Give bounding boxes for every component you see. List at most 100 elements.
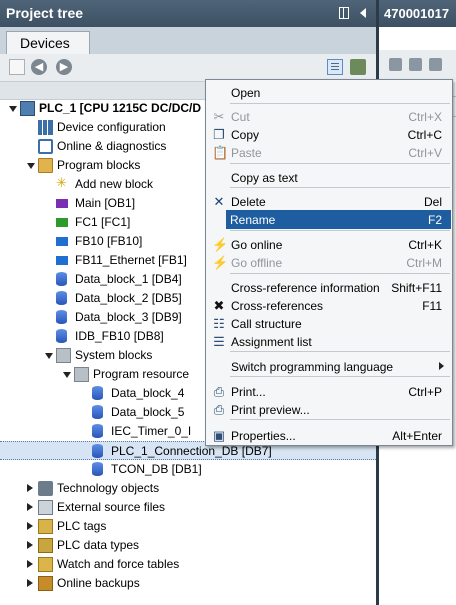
paste-icon: 📋 [212,145,229,160]
collapse-arrow-icon[interactable] [27,522,33,530]
tree-item-label: Device configuration [57,120,166,134]
menu-item-cross-references[interactable]: ✖ Cross-references F11 [207,296,451,315]
menu-separator [230,351,450,352]
expand-arrow-icon[interactable] [63,372,71,378]
new-item-icon[interactable] [9,59,25,75]
tree-item[interactable]: TCON_DB [DB1] [0,460,376,479]
collapse-arrow-icon[interactable] [27,484,33,492]
tree-item-label: Watch and force tables [57,557,180,571]
db-icon [56,272,67,286]
add-block-icon [56,175,71,192]
detail-view-icon[interactable] [350,59,366,75]
menu-item-shortcut: Ctrl+V [408,146,442,160]
tree-item-label: System blocks [75,348,153,362]
tree-item-label: FB10 [FB10] [75,234,143,248]
menu-item-call-structure[interactable]: ☷ Call structure [207,314,451,333]
db-icon [92,462,103,476]
print-icon: ⎙ [213,384,225,399]
menu-item-assignment-list[interactable]: ☰ Assignment list [207,332,451,351]
menu-item-go-offline: ⚡ Go offline Ctrl+M [207,253,451,272]
system-folder-icon [56,348,71,363]
tree-item-label: Program blocks [57,158,141,172]
split-view-icon[interactable] [339,7,349,19]
menu-separator [230,163,450,164]
tree-item[interactable]: Online backups [0,574,376,593]
diagnostics-icon [38,139,53,154]
plc-data-types-icon [38,538,53,553]
menu-item-label: Copy as text [231,171,298,185]
collapse-arrow-icon[interactable] [27,579,33,587]
scissors-icon: ✂ [213,109,225,124]
device-config-icon [38,120,53,135]
db-icon [92,405,103,419]
backup-icon [38,576,53,591]
tree-item-label: PLC_1 [CPU 1215C DC/DC/D [39,101,202,115]
collapse-arrow-icon[interactable] [27,541,33,549]
menu-item-copy[interactable]: ❐ Copy Ctrl+C [207,125,451,144]
toolbar-button-icon[interactable] [429,58,442,71]
menu-item-label: Properties... [231,429,296,443]
tree-item-label: FC1 [FC1] [75,215,131,229]
technology-icon [38,481,53,496]
tree-item[interactable]: Watch and force tables [0,555,376,574]
external-files-icon [38,500,53,515]
tree-item[interactable]: Technology objects [0,479,376,498]
plc-icon [20,101,35,116]
toolbar-button-icon[interactable] [409,58,422,71]
tree-item-label: Online backups [57,576,140,590]
menu-item-label: Assignment list [231,335,312,349]
menu-item-shortcut: Ctrl+M [406,256,442,270]
tree-item-label: Data_block_2 [DB5] [75,291,182,305]
menu-item-rename[interactable]: Rename F2 [226,210,451,229]
collapse-panel-icon[interactable] [360,8,366,18]
menu-item-print[interactable]: ⎙ Print... Ctrl+P [207,382,451,401]
collapse-arrow-icon[interactable] [27,503,33,511]
tree-item-label: Data_block_3 [DB9] [75,310,182,324]
menu-item-go-online[interactable]: ⚡ Go online Ctrl+K [207,235,451,254]
menu-item-shortcut: Del [423,195,442,209]
toolbar-button-icon[interactable] [389,58,402,71]
tree-item[interactable]: PLC data types [0,536,376,555]
tree-item[interactable]: External source files [0,498,376,517]
menu-item-copy-as-text[interactable]: Copy as text [207,168,451,187]
menu-item-open[interactable]: Open [207,83,451,102]
menu-item-shortcut: Ctrl+C [407,128,442,142]
expand-arrow-icon[interactable] [9,106,17,112]
context-menu: Open ✂ Cut Ctrl+X ❐ Copy Ctrl+C 📋 Paste Ctrl+V Cop… [205,79,453,446]
menu-item-label: Open [231,86,261,100]
tab-bar: Devices [0,27,376,54]
call-structure-icon: ☷ [213,316,225,331]
menu-item-delete[interactable]: ✕ Delete Del [207,192,451,211]
overview-icon[interactable] [327,59,343,75]
tree-item-label: TCON_DB [DB1] [111,462,202,476]
menu-item-properties[interactable]: ▣ Properties... Alt+Enter [207,426,451,445]
menu-item-paste: 📋 Paste Ctrl+V [207,143,451,162]
expand-arrow-icon[interactable] [45,353,53,359]
plc-tags-icon [38,519,53,534]
forward-arrow-icon[interactable]: ▶ [56,59,72,75]
menu-item-label: Print... [231,385,266,399]
back-arrow-icon[interactable]: ◀ [31,59,47,75]
menu-item-shortcut: Ctrl+P [408,385,442,399]
menu-item-label: Cut [231,110,250,124]
expand-arrow-icon[interactable] [27,163,35,169]
right-panel-title: 470001017 [379,0,456,27]
tree-item-label: Program resource [93,367,190,381]
cross-references-icon: ✖ [213,298,225,313]
tree-item-label: Add new block [75,177,154,191]
tree-item-label: External source files [57,500,166,514]
fc-block-icon [56,218,68,227]
menu-item-cross-reference-information[interactable]: Cross-reference information Shift+F11 [207,278,451,297]
copy-icon: ❐ [213,127,225,142]
menu-item-label: Rename [230,213,276,227]
tree-item-label: Online & diagnostics [57,139,167,153]
tree-item[interactable]: PLC tags [0,517,376,536]
db-icon [56,329,67,343]
menu-item-print-preview[interactable]: ⎙ Print preview... [207,400,451,419]
menu-item-switch-programming-language[interactable]: Switch programming language [207,357,451,376]
db-icon [56,310,67,324]
collapse-arrow-icon[interactable] [27,560,33,568]
tab-devices[interactable]: Devices [6,31,90,54]
menu-item-shortcut: Ctrl+K [408,238,442,252]
menu-separator [230,103,450,104]
